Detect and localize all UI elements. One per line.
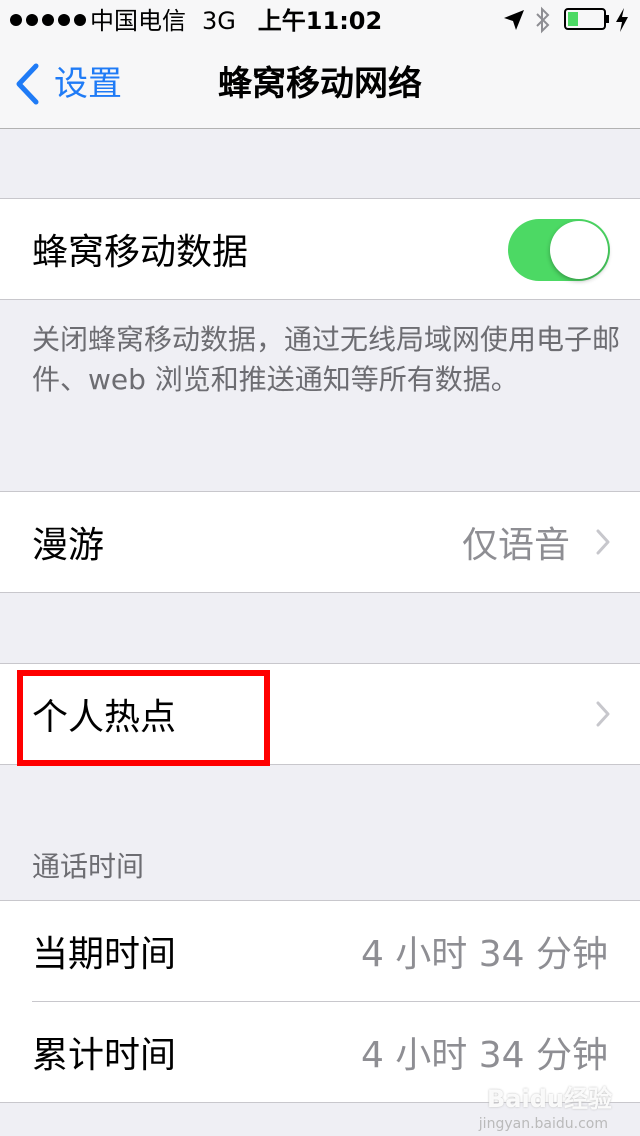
battery-level-fill: [568, 12, 578, 26]
charging-bolt-icon: [616, 8, 628, 32]
cellular-data-toggle[interactable]: [508, 219, 610, 281]
bluetooth-icon: [536, 6, 550, 34]
status-bar: 中国电信 3G 上午11:02: [0, 0, 640, 40]
call-time-group: 当期时间 4 小时 34 分钟 累计时间 4 小时 34 分钟: [0, 900, 640, 1103]
lifetime-label: 累计时间: [32, 1035, 177, 1076]
chevron-right-icon: [596, 701, 610, 727]
roaming-group: 漫游 仅语音: [0, 491, 640, 593]
personal-hotspot-label: 个人热点: [32, 697, 177, 738]
battery-icon: [564, 8, 609, 30]
hotspot-group: 个人热点: [0, 663, 640, 765]
personal-hotspot-row[interactable]: 个人热点: [0, 664, 640, 764]
roaming-value: 仅语音: [461, 525, 570, 566]
location-arrow-icon: [504, 10, 524, 30]
roaming-row[interactable]: 漫游 仅语音: [0, 492, 640, 592]
watermark-logo: Baidu经验: [487, 1085, 612, 1113]
toggle-knob: [550, 221, 608, 279]
cellular-data-label: 蜂窝移动数据: [32, 232, 249, 273]
watermark-url: jingyan.baidu.com: [478, 1116, 608, 1132]
chevron-right-icon: [596, 529, 610, 555]
cellular-data-group: 蜂窝移动数据: [0, 198, 640, 300]
current-period-label: 当期时间: [32, 934, 177, 975]
roaming-label: 漫游: [32, 525, 105, 566]
current-period-value: 4 小时 34 分钟: [360, 934, 608, 975]
cellular-data-footer: 关闭蜂窝移动数据，通过无线局域网使用电子邮件、web 浏览和推送通知等所有数据。: [32, 323, 621, 396]
current-period-row: 当期时间 4 小时 34 分钟: [0, 901, 640, 1001]
call-time-header: 通话时间: [32, 850, 145, 883]
navigation-bar: 设置 蜂窝移动网络: [0, 40, 640, 129]
lifetime-value: 4 小时 34 分钟: [360, 1035, 608, 1076]
cellular-data-row: 蜂窝移动数据: [0, 199, 640, 299]
page-title: 蜂窝移动网络: [218, 64, 422, 104]
